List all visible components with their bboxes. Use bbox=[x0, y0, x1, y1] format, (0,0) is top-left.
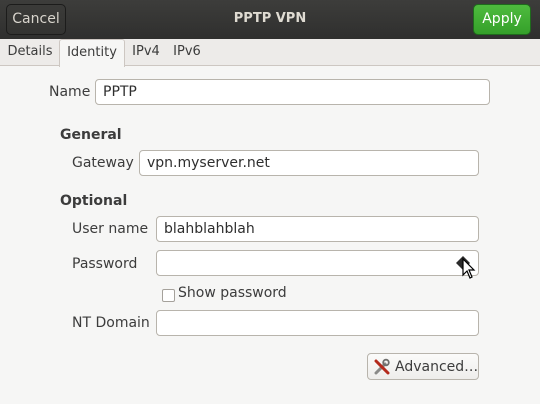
title-bar: Cancel PPTP VPN Apply bbox=[0, 0, 540, 39]
window-title: PPTP VPN bbox=[233, 11, 307, 26]
name-field[interactable]: PPTP bbox=[95, 79, 490, 105]
tab-ipv4[interactable]: IPv4 bbox=[127, 39, 165, 66]
show-password-label[interactable]: Show password bbox=[178, 285, 287, 301]
nt-domain-field[interactable] bbox=[156, 310, 479, 336]
tab-details[interactable]: Details bbox=[2, 39, 58, 66]
gateway-label: Gateway bbox=[72, 155, 134, 171]
show-password-checkbox[interactable] bbox=[162, 289, 175, 302]
username-field[interactable]: blahblahblah bbox=[156, 216, 479, 242]
gateway-field[interactable]: vpn.myserver.net bbox=[139, 150, 479, 176]
name-label: Name bbox=[49, 84, 91, 100]
tab-ipv6[interactable]: IPv6 bbox=[168, 39, 206, 66]
nt-domain-label: NT Domain bbox=[72, 315, 150, 331]
tab-identity[interactable]: Identity bbox=[59, 39, 125, 67]
optional-heading: Optional bbox=[60, 193, 128, 209]
general-heading: General bbox=[60, 127, 122, 143]
advanced-button[interactable]: Advanced… bbox=[367, 353, 479, 380]
password-field[interactable] bbox=[156, 250, 479, 276]
apply-button[interactable]: Apply bbox=[473, 4, 531, 35]
mouse-pointer-icon bbox=[462, 258, 476, 279]
password-label: Password bbox=[72, 256, 138, 272]
tab-bar: Details Identity IPv4 IPv6 bbox=[0, 39, 540, 67]
username-label: User name bbox=[72, 221, 149, 237]
tools-icon bbox=[374, 358, 390, 375]
advanced-button-label: Advanced… bbox=[395, 359, 479, 375]
